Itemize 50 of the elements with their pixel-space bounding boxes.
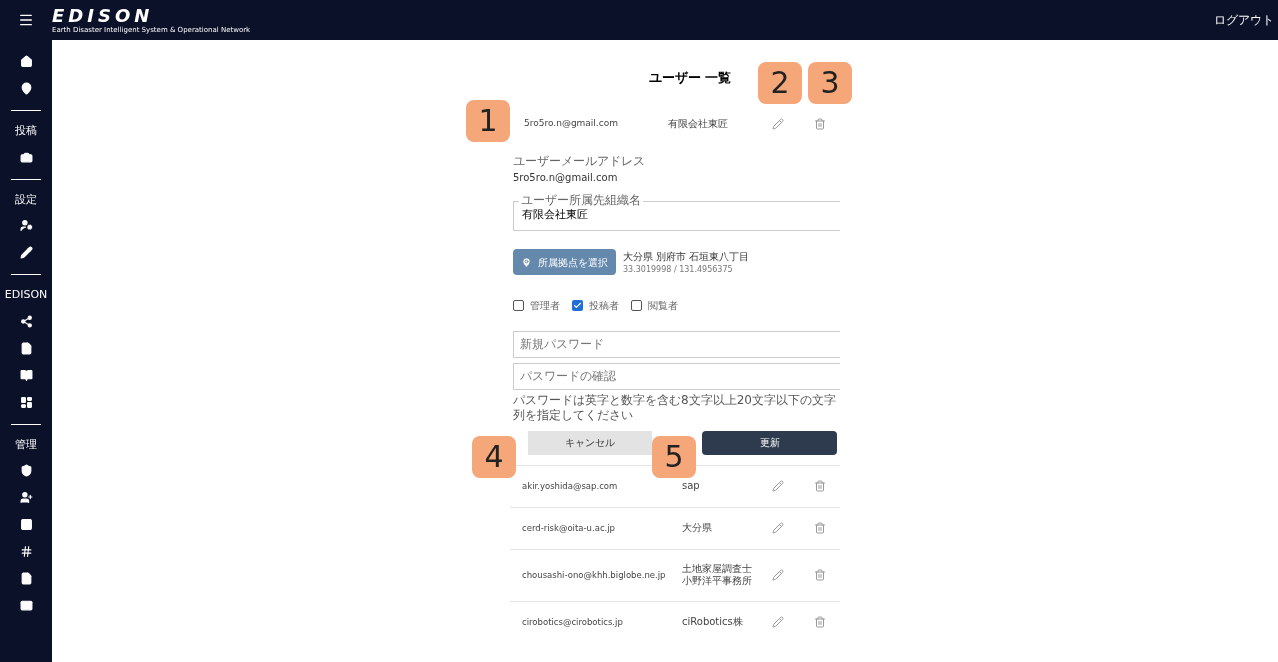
- organization-name: 大分県: [681, 521, 713, 535]
- book-icon[interactable]: [19, 368, 33, 382]
- organization-name: 土地家屋調査士小野洋平事務所: [681, 562, 753, 588]
- logout-link[interactable]: ログアウト: [1214, 11, 1278, 29]
- section-heading: EDISON: [4, 287, 48, 303]
- password-field[interactable]: 新規パスワード: [513, 330, 840, 358]
- callout-number: 3: [808, 62, 852, 104]
- select-location-button[interactable]: 所属拠点を選択: [513, 249, 616, 275]
- dashboard-icon[interactable]: [19, 395, 33, 409]
- role-label: 管理者: [530, 298, 560, 313]
- checkbox[interactable]: [631, 299, 642, 311]
- pencil-icon[interactable]: [19, 246, 33, 259]
- password-confirm-field[interactable]: パスワードの確認: [513, 362, 840, 390]
- user-settings-icon[interactable]: [19, 219, 33, 232]
- checkbox[interactable]: [513, 299, 524, 311]
- add-user-icon[interactable]: [19, 491, 33, 504]
- address: 大分県 別府市 石垣東八丁目: [623, 249, 750, 264]
- checkbox[interactable]: [572, 299, 583, 311]
- user-email: cirobotics@cirobotics.jp: [521, 615, 624, 629]
- user-email: 5ro5ro.n@gmail.com: [523, 116, 619, 130]
- document-icon[interactable]: [19, 572, 33, 585]
- update-button[interactable]: 更新: [702, 430, 837, 455]
- callout-number: 1: [466, 100, 510, 142]
- role-label: 投稿者: [589, 298, 619, 313]
- password-hint: パスワードは英字と数字を含む8文字以上20文字以下の文字列を指定してください: [513, 392, 837, 423]
- section-heading: 設定: [15, 191, 37, 208]
- user-email: chousashi-ono@khh.biglobe.ne.jp: [521, 568, 667, 582]
- organization-name: ciRobotics株: [681, 615, 744, 629]
- home-icon[interactable]: [19, 55, 33, 68]
- email-label: ユーザーメールアドレス: [513, 152, 646, 170]
- role-label: 閲覧者: [648, 298, 678, 313]
- user-email: akir.yoshida@sap.com: [521, 479, 619, 493]
- callout-number: 5: [652, 436, 696, 478]
- field-label: ユーザー所属先組織名: [519, 193, 643, 206]
- map-pin-icon: [521, 256, 532, 268]
- cancel-button[interactable]: キャンセル: [528, 430, 652, 455]
- organization-name: sap: [681, 479, 701, 493]
- map-pin-icon[interactable]: [19, 82, 33, 95]
- email-value: 5ro5ro.n@gmail.com: [513, 170, 619, 185]
- hash-icon[interactable]: [19, 545, 33, 558]
- callout-number: 4: [472, 436, 516, 478]
- coordinates: 33.3019998 / 131.4956375: [623, 263, 734, 276]
- callout-number: 2: [758, 62, 802, 104]
- network-icon[interactable]: [19, 314, 33, 328]
- section-heading: 管理: [15, 436, 37, 453]
- section-heading: 投稿: [15, 123, 37, 139]
- user-email: cerd-risk@oita-u.ac.jp: [521, 521, 617, 535]
- shield-icon[interactable]: [19, 464, 33, 477]
- page-title: ユーザー 一覧: [648, 69, 732, 87]
- organization-name: 有限会社東匠: [667, 117, 729, 131]
